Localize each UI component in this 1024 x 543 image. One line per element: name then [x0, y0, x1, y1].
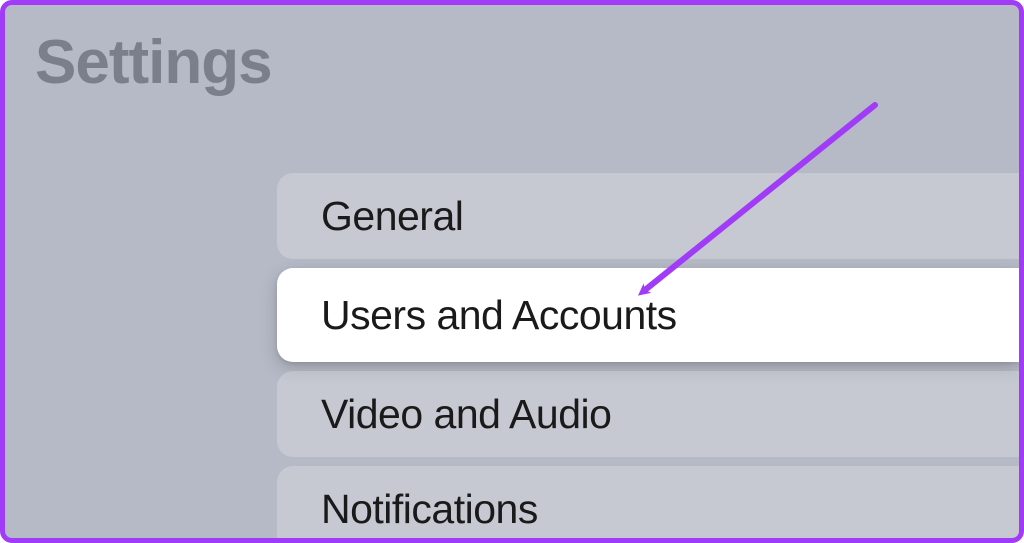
menu-item-label: Notifications: [321, 486, 538, 533]
menu-item-general[interactable]: General: [277, 173, 1019, 259]
settings-screen: Settings General Users and Accounts Vide…: [0, 0, 1024, 543]
page-title: Settings: [35, 27, 272, 98]
menu-item-video-and-audio[interactable]: Video and Audio: [277, 371, 1019, 457]
menu-item-users-and-accounts[interactable]: Users and Accounts: [277, 268, 1019, 362]
settings-menu: General Users and Accounts Video and Aud…: [277, 173, 1019, 543]
menu-item-notifications[interactable]: Notifications: [277, 466, 1019, 543]
menu-item-label: General: [321, 193, 463, 240]
menu-item-label: Video and Audio: [321, 391, 611, 438]
menu-item-label: Users and Accounts: [321, 292, 677, 339]
